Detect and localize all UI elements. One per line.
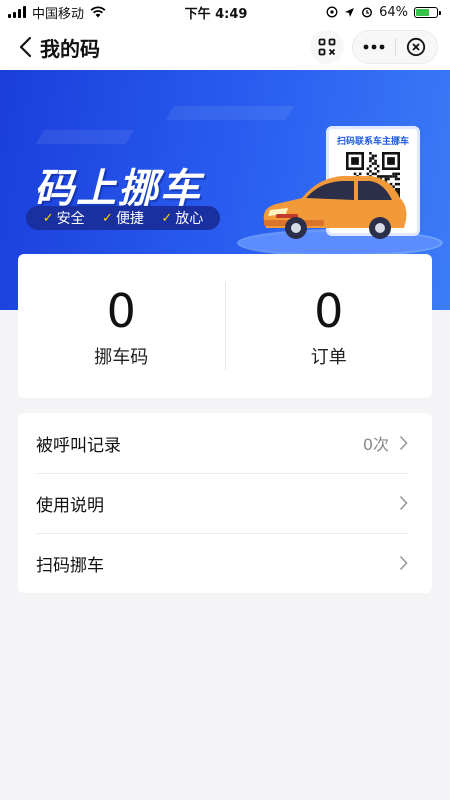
stat-label: 订单	[310, 347, 347, 368]
check-icon: ✓	[102, 210, 113, 226]
menu-item-label: 被呼叫记录	[36, 435, 121, 456]
alarm-icon	[362, 7, 373, 18]
status-time: 下午 4:49	[184, 6, 248, 22]
tag-convenient: ✓ 便捷	[102, 210, 144, 228]
close-circle-icon	[407, 37, 426, 57]
stat-move-car-codes[interactable]: 0 挪车码	[18, 283, 225, 369]
battery-icon	[413, 6, 441, 18]
menu-item-label: 扫码挪车	[36, 555, 104, 576]
chevron-right-icon	[399, 435, 408, 451]
back-button[interactable]	[12, 32, 38, 62]
stat-value: 0	[314, 284, 344, 338]
feature-tags: ✓ 安全 ✓ 便捷 ✓ 放心	[26, 206, 220, 230]
tag-assured: ✓ 放心	[161, 210, 204, 228]
tag-safe: ✓ 安全	[42, 210, 85, 228]
stat-value: 0	[106, 284, 136, 338]
menu-item-value: 0次	[362, 435, 389, 454]
mini-program-capsule	[352, 30, 438, 64]
nav-bar: 我的码	[0, 24, 450, 70]
qr-caption: 扫码联系车主挪车	[336, 137, 409, 147]
check-icon: ✓	[42, 210, 54, 226]
page-title: 我的码	[40, 36, 100, 61]
chevron-left-icon	[19, 36, 32, 58]
stats-card: 0 挪车码 0 订单	[18, 254, 432, 398]
more-button[interactable]	[353, 31, 395, 63]
chevron-right-icon	[399, 555, 408, 571]
stat-orders[interactable]: 0 订单	[226, 283, 433, 369]
status-bar: 中国移动 下午 4:49 64%	[0, 0, 450, 24]
menu-list: 被呼叫记录 0次 使用说明 扫码挪车	[18, 413, 432, 593]
car-illustration	[263, 176, 407, 239]
menu-item-scan-move-car[interactable]: 扫码挪车	[18, 533, 432, 593]
chevron-right-icon	[399, 495, 408, 511]
battery-percent: 64%	[379, 4, 408, 20]
check-icon: ✓	[161, 210, 173, 226]
stat-label: 挪车码	[94, 347, 149, 368]
wifi-icon	[90, 6, 106, 18]
menu-item-instructions[interactable]: 使用说明	[18, 473, 432, 533]
menu-item-call-records[interactable]: 被呼叫记录 0次	[18, 413, 432, 473]
more-icon	[363, 44, 385, 50]
scan-button[interactable]	[310, 30, 344, 64]
location-icon	[345, 7, 355, 17]
carrier-name: 中国移动	[32, 6, 85, 22]
close-button[interactable]	[396, 31, 438, 63]
signal-icon	[8, 6, 26, 18]
orientation-lock-icon	[326, 6, 338, 18]
scan-icon	[318, 38, 336, 56]
menu-item-label: 使用说明	[36, 495, 104, 516]
